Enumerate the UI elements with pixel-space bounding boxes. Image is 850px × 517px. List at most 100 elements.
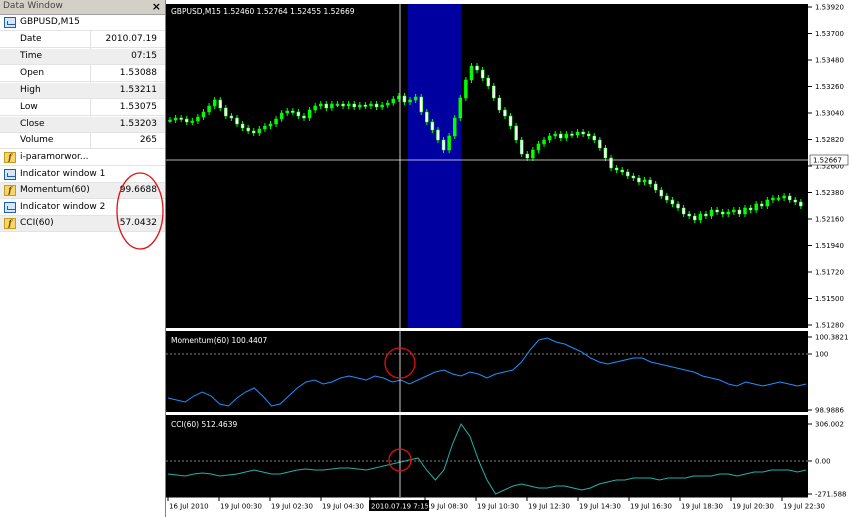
candle-body — [341, 103, 345, 107]
candle-body — [430, 121, 435, 131]
candle-body — [614, 167, 619, 171]
candle-body — [475, 65, 479, 71]
candle-body — [268, 123, 273, 127]
candle-body — [547, 135, 552, 141]
candle-body — [626, 171, 630, 177]
candle-body — [346, 103, 351, 107]
price-tick-label: 1.53920 — [815, 4, 844, 12]
price-tick-label: 1.53700 — [815, 30, 844, 38]
time-tick-label: 19 Jul 18:30 — [681, 503, 723, 511]
candle-body — [581, 131, 585, 135]
candle-body — [765, 199, 770, 207]
time-tick-label: 19 Jul 02:30 — [271, 503, 313, 511]
candle-body — [229, 115, 234, 119]
candle-body — [436, 129, 440, 141]
time-tick-label: 19 Jul 12:30 — [528, 503, 570, 511]
chart-area[interactable]: 1.53920 1.53700 1.53480 1.53260 1.53040 1.528… — [166, 0, 850, 517]
candle-body — [419, 96, 423, 113]
candle-body — [670, 199, 675, 205]
candle-body — [782, 195, 786, 199]
candle-body — [492, 85, 496, 99]
candle-body — [687, 213, 691, 217]
candle-body — [497, 97, 502, 111]
candle-body — [212, 99, 217, 107]
cci-tick-label: 306.002 — [815, 421, 844, 429]
candle-body — [653, 183, 658, 191]
momentum-pane[interactable]: Momentum(60) 100.4407 100.3821 100 98.9886 — [166, 331, 848, 415]
candle-body — [207, 105, 211, 113]
cci-pane-background — [166, 415, 808, 497]
candle-body — [458, 97, 463, 119]
candle-body — [598, 139, 602, 149]
candle-body — [503, 109, 507, 117]
candle-body — [564, 133, 569, 139]
time-tick-label: 19 Jul 04:30 — [322, 503, 364, 511]
main-price-pane[interactable]: 1.53920 1.53700 1.53480 1.53260 1.53040 1.528… — [166, 4, 849, 330]
candle-body — [709, 209, 714, 217]
candle-body — [480, 69, 485, 79]
price-tick-label: 1.53480 — [815, 57, 844, 65]
candle-body — [335, 103, 340, 106]
candle-body — [413, 96, 418, 101]
highlight-region — [408, 4, 461, 328]
candle-body — [190, 120, 195, 123]
candle-body — [196, 116, 200, 122]
candle-body — [318, 103, 323, 107]
candle-body — [592, 135, 597, 141]
time-tick-label: 19 Jul 22:30 — [783, 503, 825, 511]
candle-body — [402, 95, 407, 103]
candle-body — [218, 99, 222, 109]
candle-body — [307, 109, 312, 119]
time-tick-label: 16 Jul 2010 — [169, 503, 209, 511]
main-pane-label: GBPUSD,M15 1.52460 1.52764 1.52455 1.526… — [171, 7, 355, 16]
annotation-overlay — [116, 172, 164, 250]
candle-body — [313, 105, 317, 111]
candle-body — [693, 215, 697, 221]
chart-canvas[interactable]: 1.53920 1.53700 1.53480 1.53260 1.53040 1.528… — [166, 0, 850, 517]
time-tick-label: 19 Jul 00:30 — [220, 503, 262, 511]
data-window-panel: Data Window × GBPUSD,M15 Date 2010.07.19… — [0, 0, 166, 517]
price-tick-label: 1.51940 — [815, 242, 844, 250]
time-cursor-label: 2010.07.19 7:15 — [371, 503, 429, 511]
candle-body — [441, 139, 446, 151]
momentum-tick-label: 98.9886 — [815, 407, 844, 415]
price-tick-label: 1.53040 — [815, 110, 844, 118]
candle-body — [285, 110, 289, 114]
candle-body — [799, 201, 803, 207]
candle-body — [274, 118, 278, 125]
candle-body — [363, 104, 368, 107]
candle-body — [302, 115, 306, 119]
candle-body — [224, 107, 228, 117]
candle-body — [263, 125, 267, 130]
candle-body — [793, 199, 798, 203]
time-tick-label: 19 Jul 16:30 — [630, 503, 672, 511]
candle-body — [771, 197, 775, 201]
candle-body — [486, 77, 490, 87]
time-tick-label: 19 Jul 20:30 — [732, 503, 774, 511]
candle-body — [514, 125, 518, 141]
candle-body — [173, 117, 178, 121]
candle-body — [179, 117, 183, 120]
candle-body — [531, 149, 535, 159]
candle-body — [704, 213, 708, 217]
candle-body — [380, 104, 384, 108]
candle-body — [715, 209, 719, 213]
candle-body — [374, 103, 379, 108]
candle-body — [452, 117, 457, 137]
candle-body — [184, 118, 189, 123]
candle-body — [637, 177, 641, 183]
candle-body — [536, 143, 541, 151]
candle-body — [447, 135, 451, 151]
candle-body — [240, 123, 245, 129]
candle-body — [525, 153, 530, 159]
candle-body — [330, 103, 334, 109]
candle-body — [296, 111, 301, 117]
candle-body — [586, 133, 591, 137]
cci-pane[interactable]: CCI(60) 512.4639 306.002 0.00 -271.588 — [166, 415, 846, 499]
candle-body — [659, 189, 664, 197]
candle-body — [201, 111, 206, 118]
candle-body — [168, 119, 172, 122]
candle-body — [408, 99, 412, 103]
candle-body — [698, 213, 703, 221]
candle-body — [257, 128, 262, 134]
